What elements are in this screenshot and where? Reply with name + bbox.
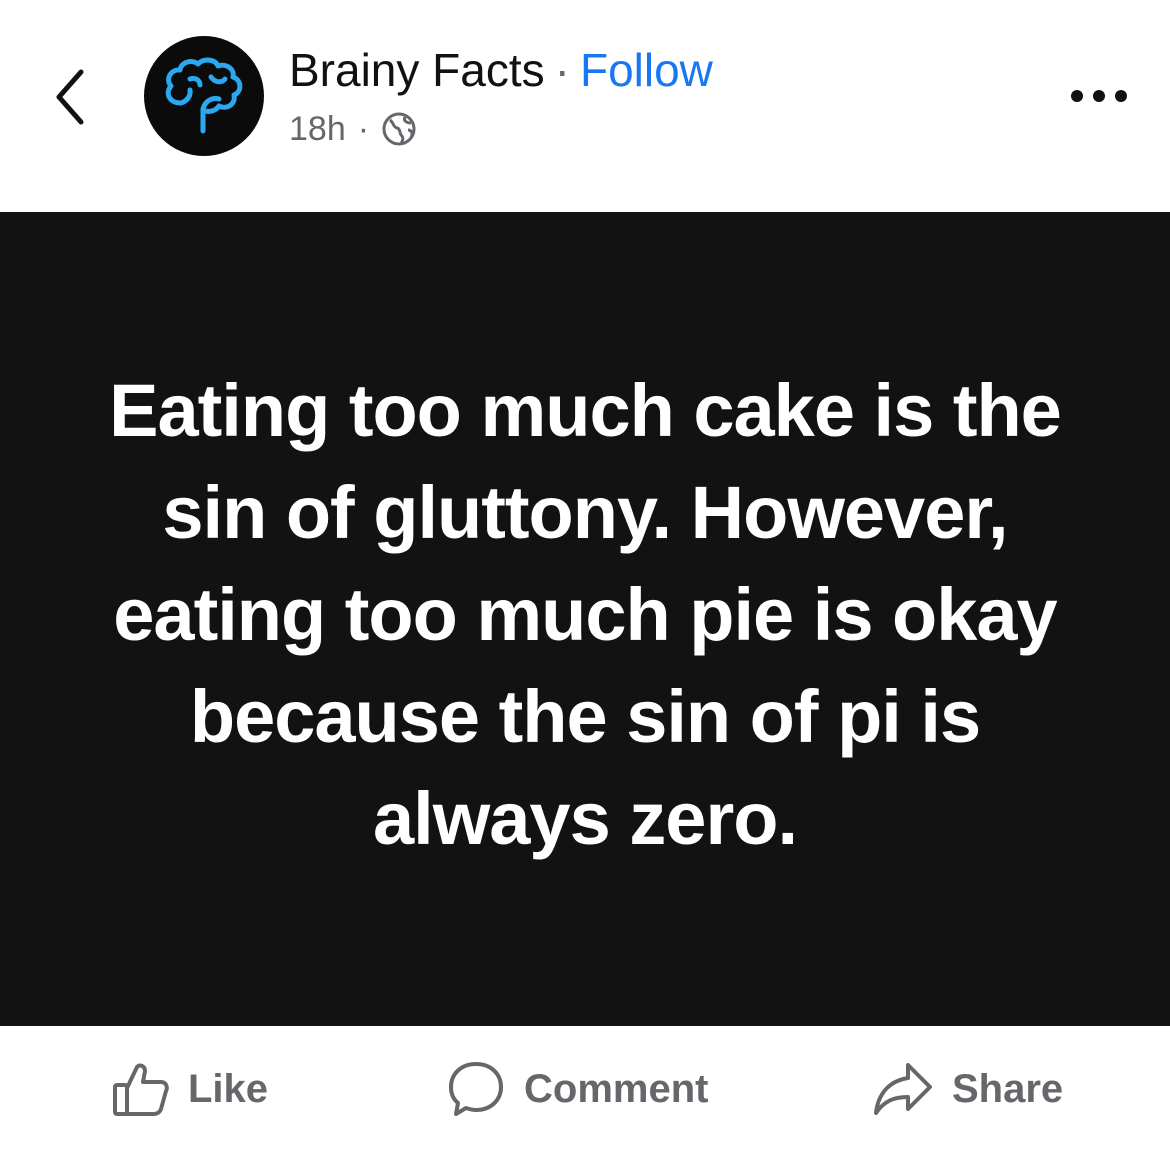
more-options-button[interactable] <box>1062 76 1136 116</box>
comment-label: Comment <box>524 1066 709 1111</box>
post-header: Brainy Facts · Follow 18h · <box>0 0 1170 212</box>
share-arrow-icon <box>874 1063 932 1115</box>
post-actions-bar: Like Comment Share <box>0 1026 1170 1152</box>
back-button[interactable] <box>40 62 100 132</box>
title-separator: · <box>554 44 570 96</box>
like-button[interactable]: Like <box>112 1056 268 1122</box>
chevron-left-icon <box>56 69 84 125</box>
post-meta: 18h · <box>289 108 417 150</box>
page-name[interactable]: Brainy Facts <box>289 42 545 98</box>
post-title-line: Brainy Facts · Follow <box>289 42 713 98</box>
globe-icon <box>382 112 416 146</box>
share-label: Share <box>952 1066 1064 1111</box>
avatar[interactable] <box>144 36 264 156</box>
meta-separator: · <box>357 109 370 148</box>
comment-button[interactable]: Comment <box>446 1056 708 1122</box>
comment-bubble-icon <box>449 1062 503 1116</box>
share-button[interactable]: Share <box>872 1056 1063 1122</box>
like-label: Like <box>188 1066 269 1111</box>
post-text: Eating too much cake is the sin of glutt… <box>109 369 1062 860</box>
post-image[interactable]: Eating too much cake is the sin of glutt… <box>0 212 1170 1026</box>
follow-button[interactable]: Follow <box>580 42 713 98</box>
timestamp[interactable]: 18h <box>289 110 346 149</box>
thumbs-up-icon <box>113 1063 169 1116</box>
more-horizontal-icon <box>1071 90 1127 102</box>
brain-icon <box>165 57 243 134</box>
